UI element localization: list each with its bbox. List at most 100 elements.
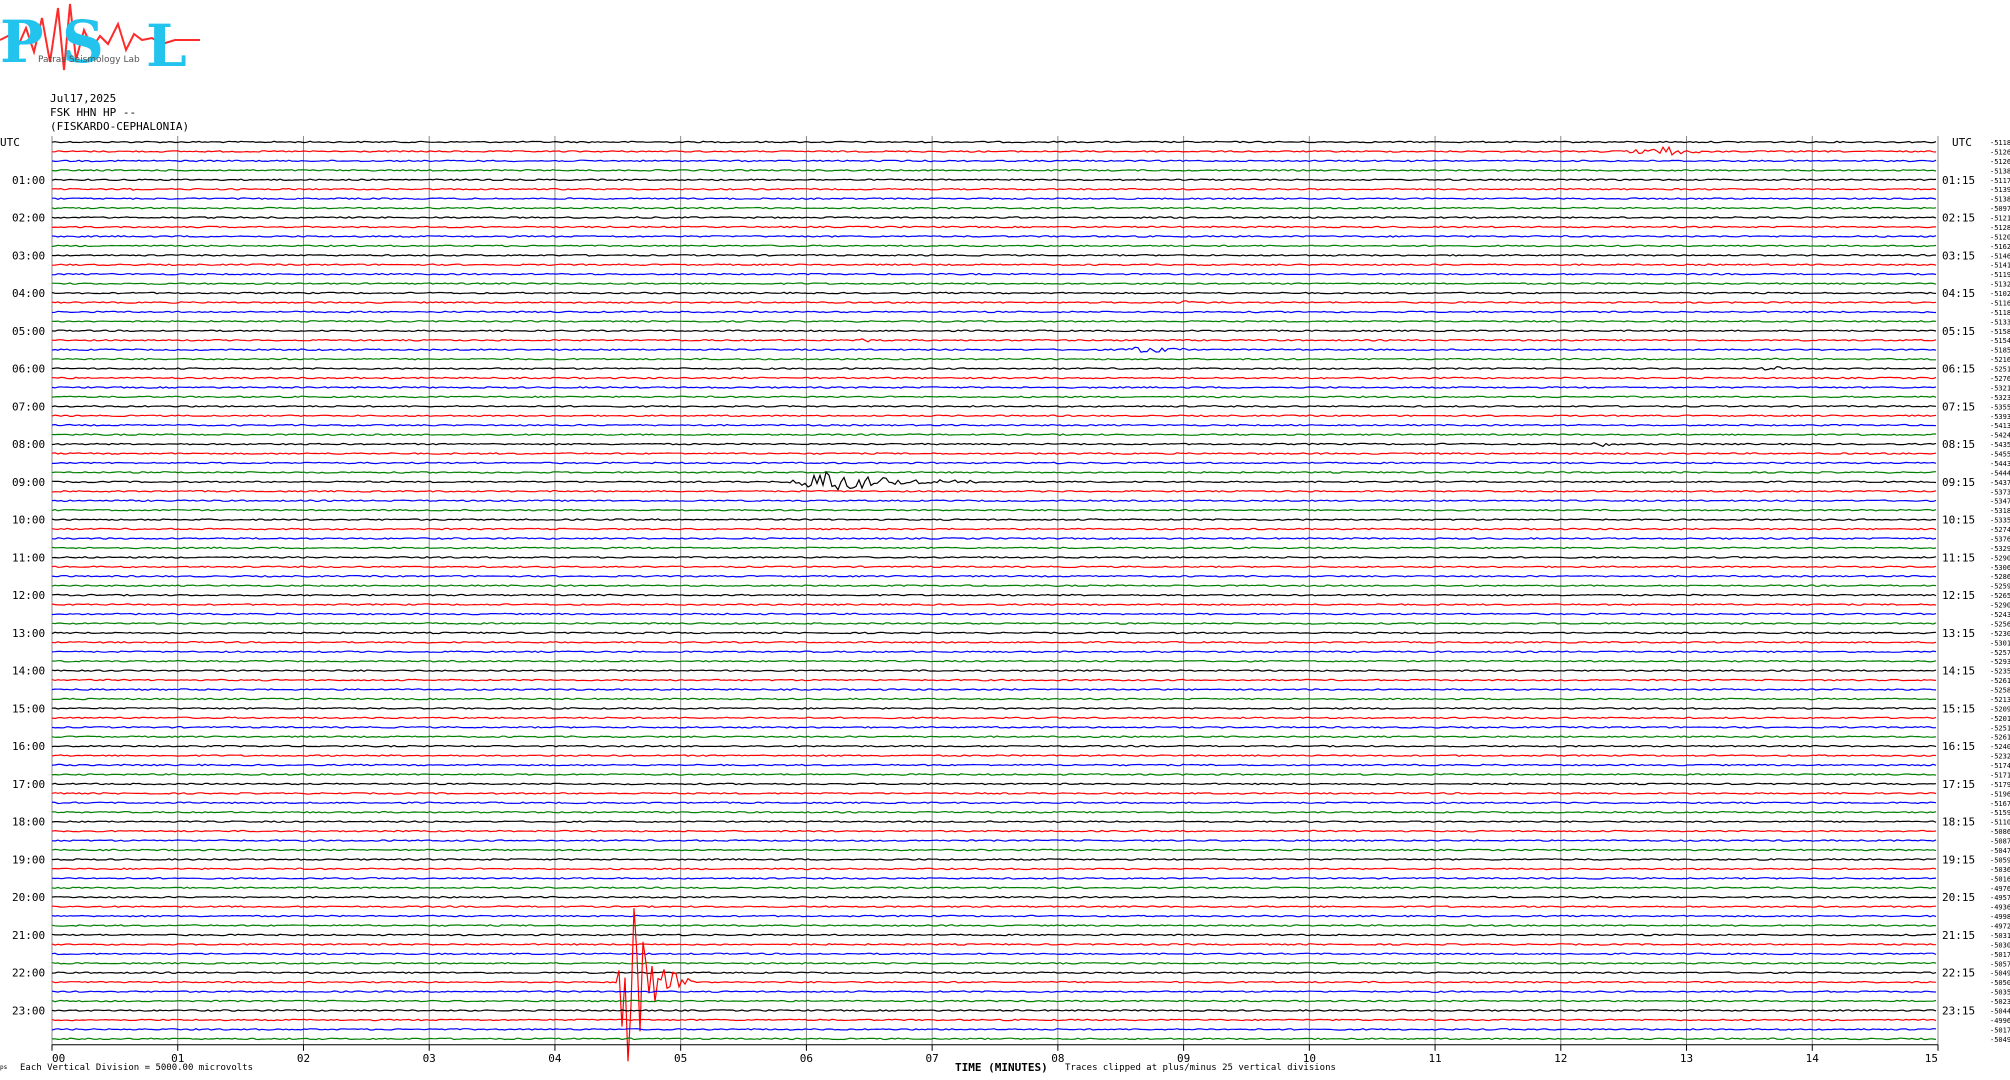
row-value-label: -5138: [1990, 196, 2010, 204]
trace-row: [51, 300, 1937, 304]
trace-row: [51, 839, 1937, 842]
trace-row: [51, 518, 1937, 521]
row-value-label: -5329: [1990, 545, 2010, 553]
row-value-label: -5118: [1990, 309, 2010, 317]
right-time-label: 17:15: [1942, 778, 1975, 791]
row-value-label: -5321: [1990, 384, 2010, 392]
trace-row: [51, 659, 1937, 663]
row-value-label: -5116: [1990, 299, 2010, 307]
trace-row: [51, 282, 1937, 285]
left-time-label: 01:00: [12, 174, 45, 187]
trace-row: [51, 168, 1937, 172]
trace-row: [51, 773, 1937, 776]
trace-row: [51, 178, 1937, 182]
right-time-label: 13:15: [1942, 627, 1975, 640]
right-time-label: 19:15: [1942, 853, 1975, 866]
row-value-label: -5120: [1990, 233, 2010, 241]
row-value-label: -5444: [1990, 469, 2010, 477]
right-time-label: 01:15: [1942, 174, 1975, 187]
trace-row: [51, 895, 1937, 899]
trace-row: [51, 235, 1937, 238]
left-time-label: 10:00: [12, 514, 45, 527]
trace-row: [51, 1037, 1937, 1041]
trace-row: [51, 310, 1937, 314]
left-time-label: 22:00: [12, 967, 45, 980]
right-time-label: 21:15: [1942, 929, 1975, 942]
left-axis-title: UTC: [0, 136, 20, 149]
trace-row: [52, 197, 1937, 200]
row-value-label: -5258: [1990, 687, 2010, 695]
left-time-label: 02:00: [12, 212, 45, 225]
right-time-label: 16:15: [1942, 740, 1975, 753]
row-value-label: -4998: [1990, 913, 2010, 921]
row-value-label: -5235: [1990, 668, 2010, 676]
row-value-label: -5174: [1990, 762, 2010, 770]
trace-row: [51, 263, 1937, 267]
trace-row: [51, 346, 1937, 353]
row-value-label: -5133: [1990, 318, 2010, 326]
row-value-label: -5240: [1990, 743, 2010, 751]
right-time-label: 07:15: [1942, 400, 1975, 413]
row-value-label: -5121: [1990, 215, 2010, 223]
row-value-label: -5017: [1990, 1026, 2010, 1034]
trace-row: [51, 971, 1937, 975]
row-value-label: -5057: [1990, 960, 2010, 968]
x-axis: [51, 1044, 1939, 1051]
row-value-label: -5049: [1990, 1036, 2010, 1044]
trace-row: [51, 782, 1937, 786]
trace-row: [51, 858, 1937, 861]
trace-row: [51, 442, 1937, 448]
trace-row: [51, 556, 1937, 559]
row-value-label: -5102: [1990, 290, 2010, 298]
row-value-label: -5036: [1990, 866, 2010, 874]
row-value-label: -5443: [1990, 460, 2010, 468]
trace-row: [51, 216, 1937, 219]
row-value-label: -5251: [1990, 366, 2010, 374]
trace-row: [51, 1028, 1937, 1031]
trace-row: [51, 725, 1937, 729]
trace-row: [51, 565, 1937, 569]
row-value-label: -5243: [1990, 611, 2010, 619]
trace-row: [51, 357, 1936, 361]
trace-row: [51, 688, 1937, 691]
right-time-label: 09:15: [1942, 476, 1975, 489]
right-time-label: 14:15: [1942, 665, 1975, 678]
trace-row: [51, 669, 1937, 672]
left-time-label: 13:00: [12, 627, 45, 640]
trace-row: [51, 423, 1937, 427]
trace-row: [51, 546, 1937, 550]
row-value-label: -5154: [1990, 337, 2010, 345]
row-value-label: -5413: [1990, 422, 2010, 430]
x-axis-label: TIME (MINUTES): [955, 1061, 1048, 1074]
row-value-label: -5059: [1990, 856, 2010, 864]
row-value-label: -5276: [1990, 375, 2010, 383]
row-value-label: -5209: [1990, 705, 2010, 713]
trace-row: [51, 999, 1937, 1003]
right-time-label: 02:15: [1942, 212, 1975, 225]
x-tick-label: 06: [800, 1052, 813, 1065]
trace-row: [51, 810, 1937, 814]
right-time-label: 04:15: [1942, 287, 1975, 300]
row-value-label: -5213: [1990, 696, 2010, 704]
trace-row: [51, 612, 1937, 616]
trace-row: [51, 848, 1937, 852]
row-value-label: -5373: [1990, 488, 2010, 496]
left-time-label: 07:00: [12, 400, 45, 413]
x-tick-label: 13: [1680, 1052, 1693, 1065]
right-time-label: 06:15: [1942, 363, 1975, 376]
row-value-label: -5128: [1990, 224, 2010, 232]
left-time-label: 05:00: [12, 325, 45, 338]
x-tick-label: 02: [297, 1052, 310, 1065]
trace-row: [51, 433, 1936, 436]
trace-row: [51, 508, 1937, 512]
row-value-label: -5031: [1990, 932, 2010, 940]
row-value-label: -4972: [1990, 923, 2010, 931]
row-value-label: -5376: [1990, 535, 2010, 543]
row-value-label: -5162: [1990, 243, 2010, 251]
row-value-label: -5087: [1990, 838, 2010, 846]
row-value-label: -5318: [1990, 507, 2010, 515]
row-value-label: -4996: [1990, 1017, 2010, 1025]
left-time-label: 04:00: [12, 287, 45, 300]
row-value-label: -5232: [1990, 753, 2010, 761]
x-tick-label: 15: [1925, 1052, 1938, 1065]
